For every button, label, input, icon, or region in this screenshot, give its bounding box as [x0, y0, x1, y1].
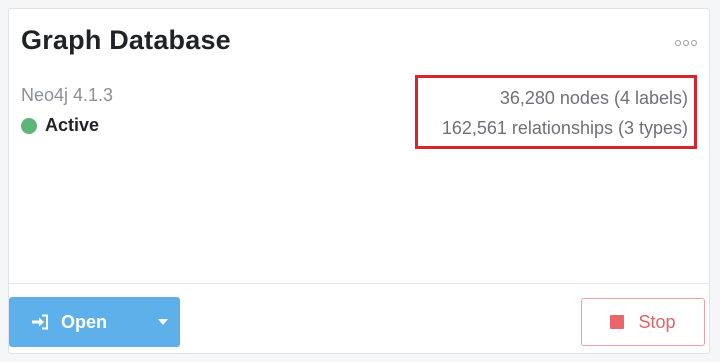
database-title: Graph Database — [21, 25, 231, 55]
status-dot-icon — [21, 117, 37, 134]
relationships-count: 162,561 relationships (3 types) — [441, 118, 688, 138]
open-button-label: Open — [61, 311, 108, 332]
status-label: Active — [45, 115, 100, 135]
more-dot — [691, 40, 697, 46]
sign-in-icon — [31, 314, 49, 330]
database-card: Graph Database Neo4j 4.1.3 Active 36,280… — [8, 8, 710, 354]
caret-down-icon — [158, 319, 168, 325]
stats-highlight-box: 36,280 nodes (4 labels) 162,561 relation… — [415, 75, 697, 149]
card-divider — [9, 283, 709, 284]
more-options-icon[interactable] — [675, 40, 697, 46]
more-dot — [683, 40, 689, 46]
open-dropdown-toggle[interactable] — [146, 297, 180, 347]
stop-square-icon — [610, 315, 625, 329]
stop-button[interactable]: Stop — [581, 298, 705, 346]
more-dot — [675, 40, 681, 46]
database-status: Active — [21, 115, 99, 136]
nodes-count: 36,280 nodes (4 labels) — [499, 88, 688, 108]
stop-button-label: Stop — [638, 311, 676, 332]
database-version: Neo4j 4.1.3 — [21, 85, 114, 105]
open-button[interactable]: Open — [9, 297, 146, 347]
open-button-group: Open — [9, 297, 180, 347]
